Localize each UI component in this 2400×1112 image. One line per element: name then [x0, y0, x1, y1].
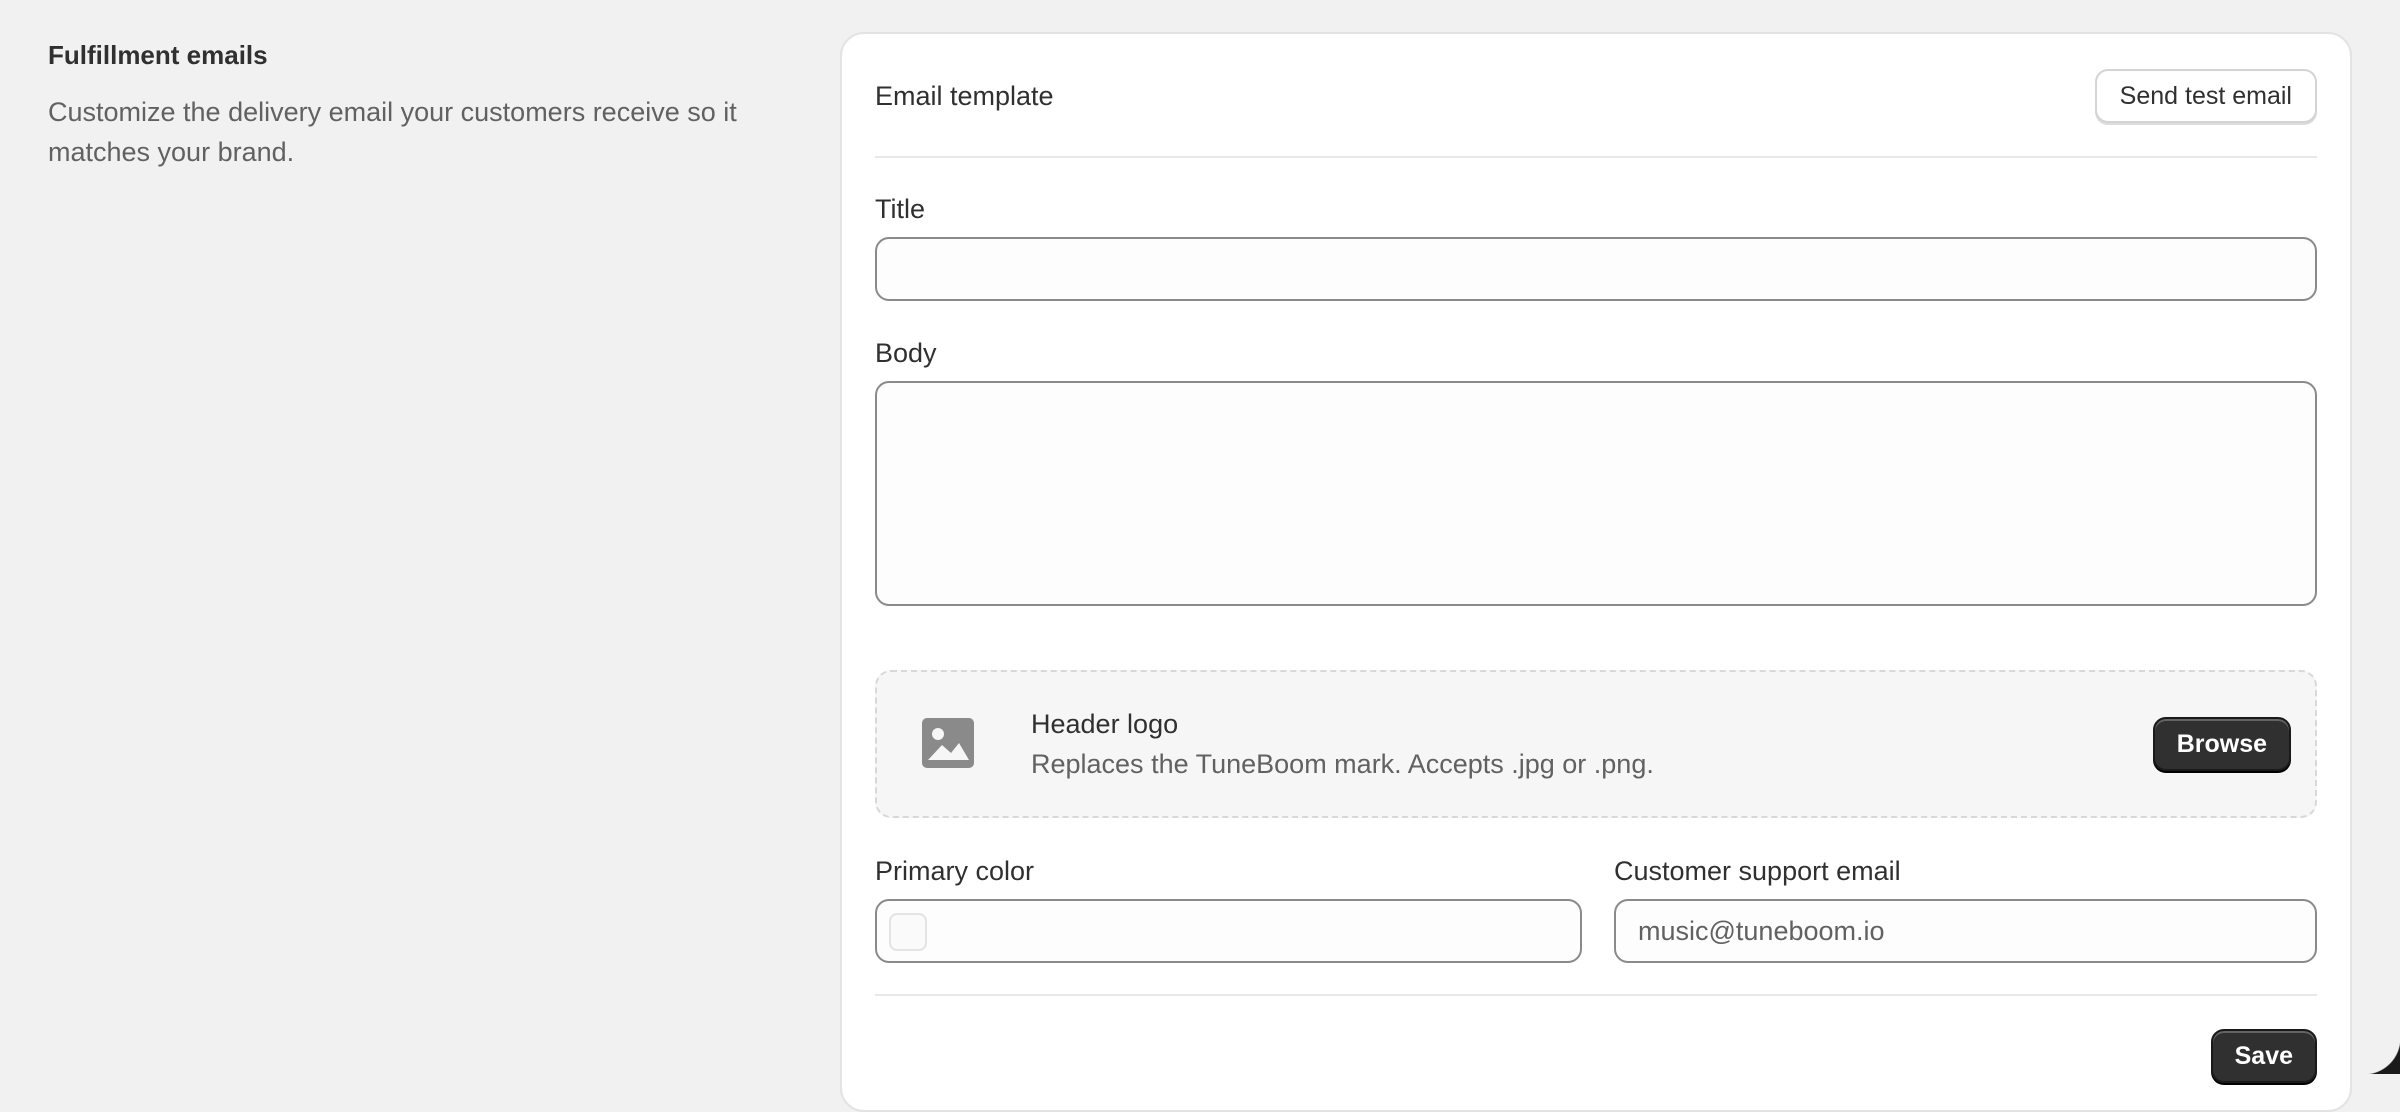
support-email-input[interactable]	[1614, 899, 2317, 963]
card-header: Email template Send test email	[875, 34, 2317, 158]
color-swatch[interactable]	[889, 913, 927, 951]
card-title: Email template	[875, 81, 1054, 111]
section-description: Customize the delivery email your custom…	[48, 97, 737, 167]
send-test-email-button[interactable]: Send test email	[2094, 69, 2317, 123]
browse-button[interactable]: Browse	[2152, 717, 2291, 771]
support-email-label: Customer support email	[1614, 856, 1901, 886]
header-logo-dropzone[interactable]: Header logo Replaces the TuneBoom mark. …	[875, 670, 2317, 818]
body-label: Body	[875, 338, 937, 368]
title-label: Title	[875, 194, 926, 224]
primary-color-input[interactable]	[875, 899, 1582, 963]
image-icon	[922, 718, 974, 768]
save-button[interactable]: Save	[2210, 1029, 2317, 1083]
footer-divider	[875, 994, 2317, 996]
email-template-card: Email template Send test email Title Bod…	[840, 32, 2352, 1112]
primary-color-label: Primary color	[875, 856, 1035, 886]
header-logo-title: Header logo	[1031, 709, 1179, 739]
card-content: Email template Send test email Title Bod…	[875, 34, 2317, 1083]
window-corner	[2364, 1038, 2400, 1074]
section-title: Fulfillment emails	[48, 40, 268, 70]
section-info: Fulfillment emails Customize the deliver…	[48, 38, 788, 172]
title-input[interactable]	[875, 237, 2317, 301]
header-logo-subtitle: Replaces the TuneBoom mark. Accepts .jpg…	[1031, 749, 1654, 779]
body-textarea[interactable]	[875, 381, 2317, 606]
